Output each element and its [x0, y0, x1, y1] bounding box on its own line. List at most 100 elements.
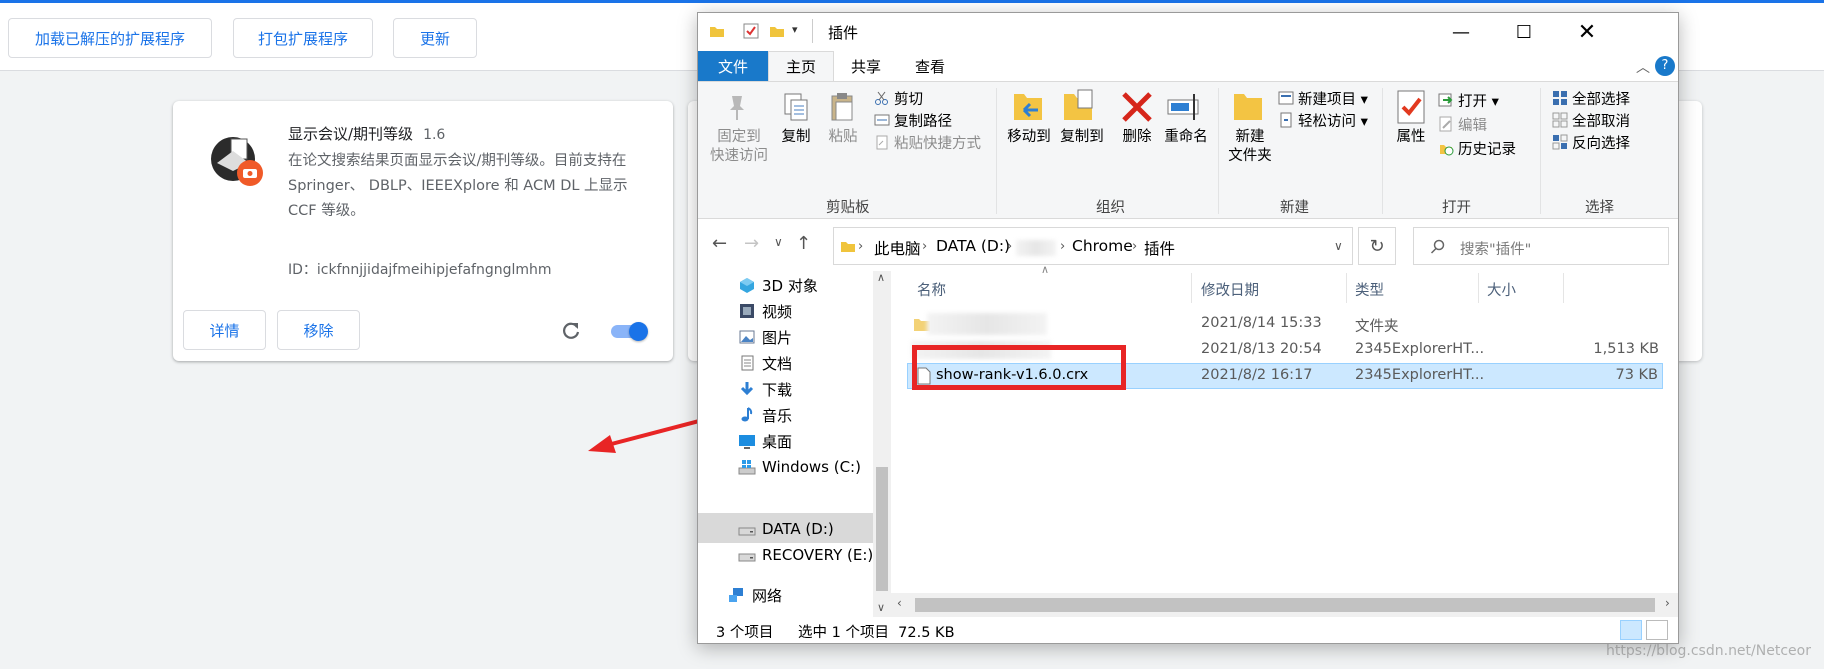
extension-name: 显示会议/期刊等级 [288, 125, 414, 143]
column-divider [1346, 273, 1347, 303]
history-button[interactable]: 历史记录 [1458, 138, 1516, 159]
breadcrumb-plugins[interactable]: 插件 [1144, 237, 1175, 259]
new-item-label: 新建项目 [1298, 92, 1356, 108]
toggle-knob [629, 322, 648, 341]
column-type[interactable]: 类型 [1355, 279, 1384, 300]
new-item-button[interactable]: 新建项目 ▾ [1298, 88, 1368, 109]
breadcrumb-chrome[interactable]: Chrome [1072, 237, 1133, 255]
invert-selection-icon [1552, 134, 1568, 150]
nav-item-downloads[interactable]: 下载 [738, 375, 792, 403]
nav-item-videos[interactable]: 视频 [738, 297, 792, 325]
properties-button[interactable]: 属性 [1388, 128, 1434, 147]
ribbon-separator [1382, 88, 1383, 214]
scroll-right-icon[interactable]: › [1665, 596, 1670, 610]
scroll-up-icon[interactable]: ∧ [877, 271, 885, 284]
properties-check-icon[interactable] [742, 22, 760, 40]
file-modified: 2021/8/2 16:17 [1201, 367, 1313, 383]
update-button[interactable]: 更新 [393, 18, 477, 58]
table-row[interactable]: 2021/8/14 15:33 文件夹 [907, 311, 1663, 337]
edit-button[interactable]: 编辑 [1458, 114, 1487, 135]
close-button[interactable]: ✕ [1558, 13, 1616, 51]
large-icons-view-icon[interactable] [1646, 620, 1668, 640]
scroll-down-icon[interactable]: ∨ [877, 601, 885, 614]
delete-button[interactable]: 删除 [1114, 128, 1160, 147]
nav-item-network[interactable]: 网络 [728, 581, 782, 609]
ribbon-home: 固定到 快速访问 复制 粘贴 剪切 复制路径 粘贴快捷方式 剪贴板 移动到 复制… [698, 81, 1678, 219]
paste-shortcut-button[interactable]: 粘贴快捷方式 [894, 132, 981, 153]
horizontal-scroll-thumb[interactable] [915, 598, 1655, 612]
tab-file[interactable]: 文件 [698, 51, 768, 81]
title-divider [812, 19, 813, 43]
watermark: https://blog.csdn.net/Netceor [1606, 643, 1811, 659]
easy-access-button[interactable]: 轻松访问 ▾ [1298, 110, 1368, 131]
tab-share[interactable]: 共享 [834, 51, 898, 81]
new-folder-icon [1234, 94, 1262, 120]
rename-button[interactable]: 重命名 [1160, 128, 1212, 147]
load-unpacked-button[interactable]: 加载已解压的扩展程序 [8, 18, 212, 58]
nav-item-windows-c[interactable]: Windows (C:) [738, 453, 861, 481]
column-modified[interactable]: 修改日期 [1201, 279, 1259, 300]
select-none-button[interactable]: 全部取消 [1572, 110, 1630, 131]
nav-item-recovery-e[interactable]: RECOVERY (E:) [738, 541, 873, 569]
new-folder-button[interactable]: 新建 文件夹 [1224, 128, 1276, 166]
move-to-button[interactable]: 移动到 [1001, 128, 1057, 147]
nav-label: 3D 对象 [762, 276, 818, 295]
invert-selection-button[interactable]: 反向选择 [1572, 132, 1630, 153]
extension-card: 显示会议/期刊等级 1.6 在论文搜索结果页面显示会议/期刊等级。目前支持在 Sp… [173, 101, 673, 361]
recent-locations-icon[interactable]: ∨ [774, 235, 783, 249]
copy-button[interactable]: 复制 [772, 128, 820, 147]
new-folder-quick-icon[interactable] [768, 22, 786, 40]
cut-button[interactable]: 剪切 [894, 88, 923, 109]
tab-view[interactable]: 查看 [898, 51, 962, 81]
customize-quick-access-icon[interactable]: ▾ [792, 23, 798, 36]
up-button[interactable]: ↑ [796, 233, 811, 254]
copy-path-icon [874, 114, 890, 126]
nav-item-documents[interactable]: 文档 [738, 349, 792, 377]
column-name[interactable]: 名称 [917, 279, 946, 300]
breadcrumb-data-drive[interactable]: DATA (D:) [936, 237, 1010, 255]
download-icon [740, 382, 754, 396]
pack-extension-button[interactable]: 打包扩展程序 [233, 18, 373, 58]
remove-button[interactable]: 移除 [277, 310, 360, 350]
back-button[interactable]: ← [712, 233, 727, 254]
minimize-button[interactable]: — [1432, 13, 1490, 51]
paste-button[interactable]: 粘贴 [820, 128, 866, 147]
address-field[interactable]: › 此电脑 › DATA (D:) › › Chrome › 插件 ∨ [833, 227, 1353, 265]
details-button[interactable]: 详情 [183, 310, 266, 350]
enable-toggle[interactable] [609, 322, 649, 341]
nav-item-music[interactable]: 音乐 [738, 401, 792, 429]
collapse-ribbon-icon[interactable]: ︿ [1636, 57, 1650, 77]
column-divider [1191, 273, 1192, 303]
drive-icon [738, 527, 756, 536]
refresh-button[interactable]: ↻ [1358, 227, 1396, 265]
chevron-down-icon[interactable]: ∨ [1334, 239, 1343, 253]
nav-scrollbar[interactable]: ∧ ∨ [873, 271, 891, 617]
scroll-left-icon[interactable]: ‹ [897, 596, 902, 610]
select-all-button[interactable]: 全部选择 [1572, 88, 1630, 109]
delete-icon [1122, 92, 1152, 122]
nav-scroll-thumb[interactable] [876, 467, 888, 591]
reload-icon[interactable] [559, 319, 583, 343]
breadcrumb-this-pc[interactable]: 此电脑 [874, 237, 921, 259]
open-button[interactable]: 打开 ▾ [1458, 90, 1499, 111]
crumb-separator: › [922, 239, 928, 254]
nav-item-data-d[interactable]: DATA (D:) [738, 515, 834, 543]
details-view-icon[interactable] [1620, 620, 1642, 640]
maximize-button[interactable]: ☐ [1495, 13, 1553, 51]
copy-to-button[interactable]: 复制到 [1054, 128, 1110, 147]
network-icon [729, 588, 743, 602]
nav-item-3d-objects[interactable]: 3D 对象 [738, 271, 818, 299]
nav-item-desktop[interactable]: 桌面 [738, 427, 792, 455]
pin-quick-access-button[interactable]: 固定到 快速访问 [706, 128, 772, 166]
forward-button[interactable]: → [744, 233, 759, 254]
nav-item-pictures[interactable]: 图片 [738, 323, 792, 351]
column-size[interactable]: 大小 [1487, 279, 1516, 300]
horizontal-scrollbar[interactable]: ‹ › [891, 593, 1678, 617]
copy-path-button[interactable]: 复制路径 [894, 110, 952, 131]
help-icon[interactable]: ? [1655, 56, 1675, 76]
search-box[interactable]: 搜索"插件" [1413, 227, 1669, 265]
extension-id: ID：ickfnnjjidajfmeihipjefafngnglmhm [288, 262, 552, 278]
open-icon [1438, 93, 1453, 107]
tab-home[interactable]: 主页 [768, 51, 834, 81]
extension-logo-icon [211, 137, 263, 186]
